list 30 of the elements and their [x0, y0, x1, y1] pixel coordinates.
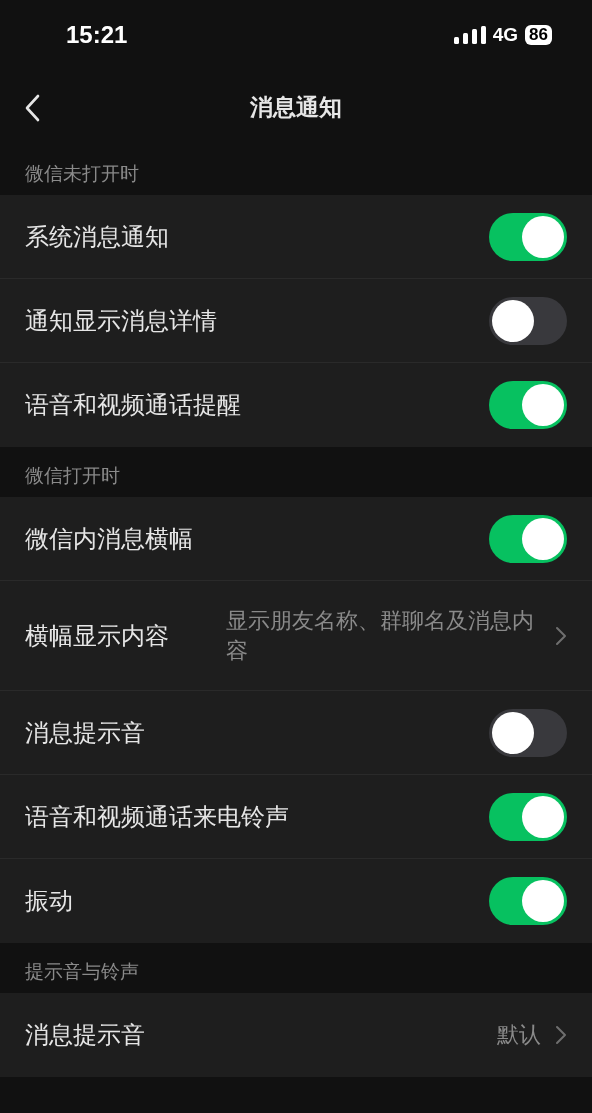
- setting-label: 语音和视频通话来电铃声: [25, 801, 289, 833]
- back-button[interactable]: [24, 94, 40, 122]
- setting-label: 消息提示音: [25, 717, 145, 749]
- battery-indicator: 86: [525, 25, 552, 45]
- toggle-switch[interactable]: [489, 877, 567, 925]
- toggle-switch[interactable]: [489, 212, 567, 261]
- chevron-icon[interactable]: [555, 625, 567, 646]
- toggle-switch[interactable]: [489, 381, 567, 429]
- network-label: 4G: [492, 24, 519, 46]
- setting-label: 语音和视频通话提醒: [25, 390, 241, 421]
- section-header: 提示音与铃声: [25, 959, 139, 984]
- section-header: 微信打开时: [25, 463, 120, 488]
- toggle-switch[interactable]: [489, 792, 567, 841]
- setting-label: 消息提示音: [25, 1020, 145, 1051]
- page-title: 消息通知: [250, 93, 342, 122]
- setting-label: 横幅显示内容: [25, 620, 169, 652]
- setting-value: 默认: [497, 1021, 541, 1049]
- setting-label: 通知显示消息详情: [25, 305, 217, 337]
- chevron-icon[interactable]: [555, 1025, 567, 1045]
- setting-label: 微信内消息横幅: [25, 523, 193, 555]
- back-icon: [24, 94, 40, 122]
- status-time: 15:21: [66, 21, 128, 49]
- setting-label: 系统消息通知: [25, 221, 169, 253]
- toggle-switch[interactable]: [489, 708, 567, 757]
- signal-icon: [453, 26, 486, 44]
- toggle-switch[interactable]: [489, 296, 567, 345]
- setting-label: 振动: [25, 886, 73, 917]
- setting-value: 显示朋友名称、群聊名及消息内容: [226, 606, 535, 665]
- toggle-switch[interactable]: [489, 514, 567, 563]
- section-header: 微信未打开时: [25, 161, 139, 186]
